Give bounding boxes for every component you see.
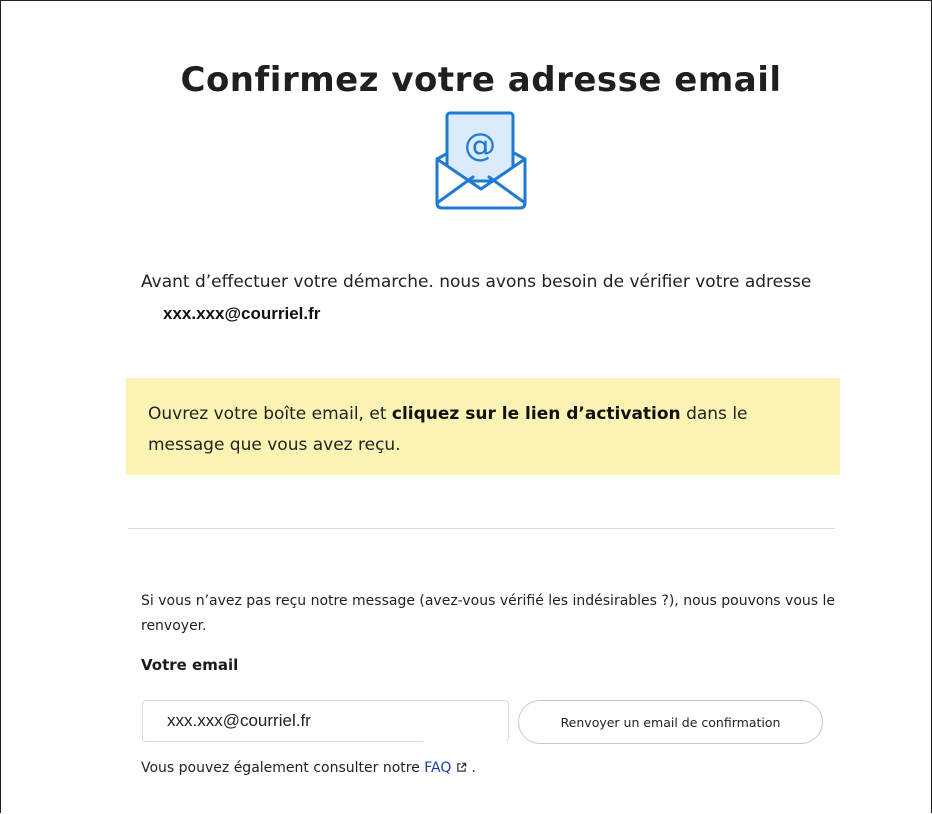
email-field[interactable] bbox=[142, 700, 509, 742]
external-link-icon bbox=[457, 762, 467, 772]
user-email-display: xxx.xxx@courriel.fr bbox=[163, 304, 321, 323]
faq-link[interactable]: FAQ bbox=[424, 760, 451, 776]
section-divider bbox=[128, 528, 835, 529]
input-border-gap bbox=[423, 741, 511, 743]
envelope-at-icon: @ bbox=[435, 111, 527, 210]
activation-notice: Ouvrez votre boîte email, et cliquez sur… bbox=[126, 378, 840, 475]
faq-text-end: . bbox=[471, 760, 476, 776]
email-field-label: Votre email bbox=[141, 656, 239, 674]
faq-text: Vous pouvez également consulter notre bbox=[141, 760, 425, 776]
notice-text: Ouvrez votre boîte email, et cliquez sur… bbox=[148, 399, 828, 461]
resend-confirmation-button[interactable]: Renvoyer un email de confirmation bbox=[518, 700, 823, 744]
notice-text-bold: cliquez sur le lien d’activation bbox=[391, 404, 681, 424]
resend-info-text: Si vous n’avez pas reçu notre message (a… bbox=[141, 593, 836, 634]
intro-message: Avant d’effectuer votre démarche. nous a… bbox=[141, 272, 812, 292]
svg-text:@: @ bbox=[464, 126, 496, 164]
page-title: Confirmez votre adresse email bbox=[180, 60, 782, 100]
intro-text: Avant d’effectuer votre démarche. nous a… bbox=[141, 267, 841, 330]
notice-text-before: Ouvrez votre boîte email, et bbox=[148, 404, 392, 424]
faq-line: Vous pouvez également consulter notre FA… bbox=[141, 760, 476, 776]
input-border-gap bbox=[423, 698, 511, 700]
